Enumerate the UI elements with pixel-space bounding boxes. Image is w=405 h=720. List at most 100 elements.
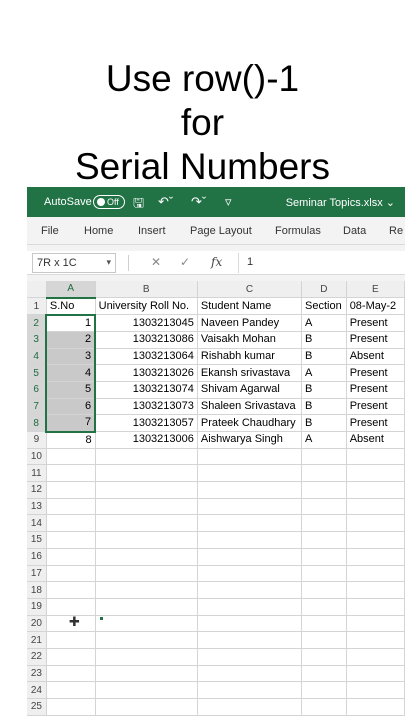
grid-cell[interactable]: 8 — [46, 431, 96, 449]
row-header[interactable]: 23 — [27, 665, 47, 683]
tab-home[interactable]: Home — [84, 225, 113, 237]
grid-cell[interactable] — [346, 648, 405, 666]
grid-cell[interactable]: University Roll No. — [95, 297, 198, 316]
row-header[interactable]: 9 — [27, 431, 47, 449]
row-header[interactable]: 6 — [27, 381, 48, 399]
row-header[interactable]: 20 — [27, 615, 47, 633]
redo-icon[interactable]: ↷ˇ — [191, 194, 206, 210]
grid-cell[interactable] — [301, 681, 347, 699]
grid-cell[interactable] — [301, 498, 347, 516]
column-header-b[interactable]: B — [95, 281, 198, 299]
grid-cell[interactable] — [301, 698, 347, 716]
grid-cell[interactable]: B — [301, 331, 347, 349]
fill-handle[interactable] — [99, 616, 104, 621]
grid-cell[interactable] — [197, 615, 303, 633]
grid-cell[interactable]: A — [301, 364, 347, 382]
grid-cell[interactable] — [46, 481, 96, 499]
grid-cell[interactable] — [346, 514, 405, 533]
grid-cell[interactable] — [346, 498, 405, 516]
grid-cell[interactable] — [95, 448, 198, 466]
grid-cell[interactable]: Present — [346, 331, 405, 349]
grid-cell[interactable] — [301, 464, 347, 483]
grid-cell[interactable] — [46, 698, 96, 716]
grid-cell[interactable] — [301, 648, 347, 666]
grid-cell[interactable]: 1303213073 — [95, 398, 198, 416]
grid-cell[interactable]: Present — [346, 364, 405, 382]
grid-cell[interactable] — [197, 581, 303, 599]
row-header[interactable]: 1 — [27, 297, 47, 316]
row-header[interactable]: 5 — [27, 364, 48, 382]
column-header-d[interactable]: D — [301, 281, 347, 299]
grid-cell[interactable]: A — [301, 314, 347, 332]
grid-cell[interactable] — [197, 565, 303, 583]
row-header[interactable]: 21 — [27, 631, 47, 649]
grid-cell[interactable]: 2 — [45, 331, 97, 349]
grid-cell[interactable]: 1303213026 — [95, 364, 198, 382]
grid-cell[interactable]: Prateek Chaudhary — [197, 414, 303, 432]
grid-cell[interactable]: 1303213057 — [95, 414, 198, 432]
grid-cell[interactable] — [346, 565, 405, 583]
grid-cell[interactable] — [346, 548, 405, 566]
column-header-a[interactable]: A — [46, 281, 96, 299]
grid-cell[interactable] — [46, 648, 96, 666]
grid-cell[interactable] — [197, 698, 303, 716]
grid-cell[interactable] — [95, 531, 198, 549]
grid-cell[interactable] — [197, 448, 303, 466]
grid-cell[interactable] — [301, 565, 347, 583]
grid-cell[interactable]: 6 — [45, 398, 97, 416]
grid-cell[interactable] — [301, 615, 347, 633]
column-header-e[interactable]: E — [346, 281, 405, 299]
row-header[interactable]: 13 — [27, 498, 47, 516]
row-header[interactable]: 8 — [27, 414, 48, 432]
grid-cell[interactable] — [95, 464, 198, 483]
grid-cell[interactable]: Present — [346, 398, 405, 416]
row-header[interactable]: 19 — [27, 598, 47, 616]
grid-cell[interactable] — [346, 448, 405, 466]
row-header[interactable]: 25 — [27, 698, 47, 716]
grid-cell[interactable]: Absent — [346, 348, 405, 366]
grid-cell[interactable] — [46, 631, 96, 649]
grid-cell[interactable]: Rishabh kumar — [197, 348, 303, 366]
save-icon[interactable]: 🖫 — [133, 194, 144, 216]
row-header[interactable]: 17 — [27, 565, 47, 583]
row-header[interactable]: 12 — [27, 481, 47, 499]
grid-cell[interactable]: Present — [346, 414, 405, 432]
grid-cell[interactable] — [197, 481, 303, 499]
grid-cell[interactable] — [346, 665, 405, 683]
grid-cell[interactable]: Naveen Pandey — [197, 314, 303, 332]
grid-cell[interactable] — [301, 514, 347, 533]
row-header[interactable]: 24 — [27, 681, 47, 699]
grid-cell[interactable]: Ekansh srivastava — [197, 364, 303, 382]
grid-cell[interactable]: 08-May-2 — [346, 297, 405, 316]
check-icon[interactable]: ✓ — [180, 255, 190, 269]
grid-cell[interactable]: Section — [301, 297, 347, 316]
grid-cell[interactable]: Present — [346, 381, 405, 399]
grid-cell[interactable] — [346, 581, 405, 599]
name-box[interactable]: 7R x 1C ▾ — [32, 253, 116, 273]
grid-cell[interactable] — [346, 631, 405, 649]
grid-cell[interactable]: 5 — [45, 381, 97, 399]
grid-cell[interactable] — [197, 531, 303, 549]
grid-cell[interactable] — [95, 514, 198, 533]
grid-cell[interactable] — [346, 681, 405, 699]
grid-cell[interactable] — [346, 615, 405, 633]
grid-cell[interactable] — [95, 598, 198, 616]
row-header[interactable]: 7 — [27, 398, 48, 416]
grid-cell[interactable] — [197, 548, 303, 566]
grid-cell[interactable] — [301, 631, 347, 649]
grid-cell[interactable] — [301, 665, 347, 683]
grid-cell[interactable] — [46, 548, 96, 566]
tab-formulas[interactable]: Formulas — [275, 225, 321, 237]
grid-cell[interactable] — [346, 698, 405, 716]
row-header[interactable]: 11 — [27, 464, 47, 483]
grid-cell[interactable]: 1303213086 — [95, 331, 198, 349]
grid-cell[interactable] — [197, 648, 303, 666]
grid-cell[interactable] — [46, 665, 96, 683]
column-header-c[interactable]: C — [197, 281, 303, 299]
grid-cell[interactable] — [95, 665, 198, 683]
grid-cell[interactable] — [346, 464, 405, 483]
grid-cell[interactable] — [46, 681, 96, 699]
grid-cell[interactable] — [95, 681, 198, 699]
grid-cell[interactable] — [301, 448, 347, 466]
grid-cell[interactable] — [197, 514, 303, 533]
